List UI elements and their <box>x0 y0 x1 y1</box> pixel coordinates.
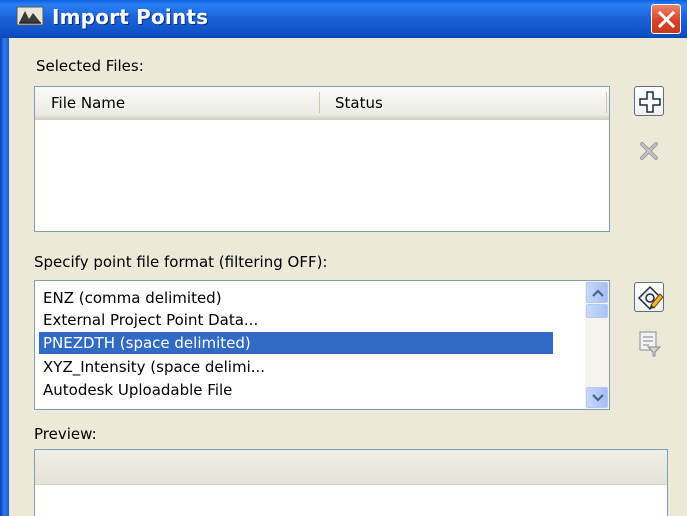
scroll-down-button[interactable] <box>586 387 608 408</box>
filter-format-icon <box>639 331 662 357</box>
remove-file-icon <box>640 142 658 160</box>
format-list-scrollbar[interactable] <box>585 281 609 409</box>
chevron-down-icon <box>592 394 604 402</box>
preview-grid[interactable] <box>34 449 668 516</box>
format-item[interactable]: External Project Point Data... <box>43 309 258 331</box>
selected-files-list[interactable]: File Name Status <box>34 86 610 232</box>
column-separator[interactable] <box>606 92 607 113</box>
remove-file-button[interactable] <box>634 136 664 166</box>
files-list-header: File Name Status <box>35 87 609 120</box>
preview-header <box>35 450 667 485</box>
format-item[interactable]: Autodesk Uploadable File <box>43 379 232 401</box>
format-item-selected[interactable]: PNEZDTH (space delimited) <box>39 332 553 354</box>
window-title: Import Points <box>52 5 209 29</box>
format-item[interactable]: ENZ (comma delimited) <box>43 287 222 309</box>
chevron-up-icon <box>592 289 604 297</box>
format-label: Specify point file format (filtering OFF… <box>34 253 328 271</box>
selected-files-label: Selected Files: <box>36 57 144 75</box>
title-bar[interactable]: Import Points <box>0 0 687 38</box>
format-item[interactable]: XYZ_Intensity (space delimi... <box>43 356 265 378</box>
edit-format-button[interactable] <box>634 282 664 312</box>
preview-label: Preview: <box>34 425 97 443</box>
column-header-file-name[interactable]: File Name <box>51 94 125 112</box>
edit-format-icon <box>637 285 664 311</box>
column-separator[interactable] <box>319 92 320 113</box>
close-icon <box>658 11 675 28</box>
close-button[interactable] <box>651 4 681 34</box>
point-file-format-list[interactable]: ENZ (comma delimited) External Project P… <box>34 280 610 410</box>
scroll-up-button[interactable] <box>586 282 608 303</box>
filter-format-button[interactable] <box>634 328 664 358</box>
scroll-thumb[interactable] <box>586 304 608 318</box>
app-icon <box>16 5 44 29</box>
column-header-status[interactable]: Status <box>335 94 383 112</box>
add-file-button[interactable] <box>634 86 664 116</box>
window-frame-left <box>0 38 9 516</box>
add-file-icon <box>639 91 661 113</box>
